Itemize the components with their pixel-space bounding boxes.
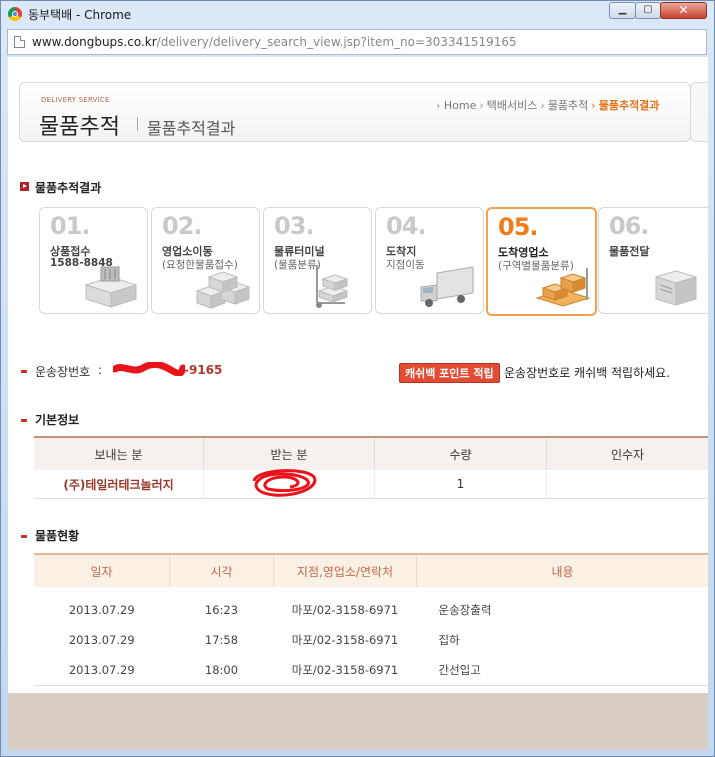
page-footer [8,693,708,750]
row-branch: 마포/02-3158-6971 [273,655,417,686]
row-branch: 마포/02-3158-6971 [291,603,399,617]
minimize-button[interactable]: ▁ [609,2,636,19]
breadcrumb-tracking[interactable]: 물품추적 [548,99,588,112]
page-header: DELIVERY SERVICE 물품추적 물품추적결과 › Home › 택배서비… [19,82,691,142]
sender-name: (주)테일러테크놀러지 [34,470,204,499]
breadcrumb-delivery-service[interactable]: 택배서비스 [487,99,538,112]
section-title-basic-info: 기본정보 [35,413,80,427]
row-date: 2013.07.29 [34,655,170,686]
page-subtitle: 물품추적결과 [147,119,236,138]
waybill-colon: : [98,363,103,377]
col-time: 시각 [169,553,274,587]
section-title-status: 물품현황 [35,529,80,543]
col-quantity: 수량 [374,436,547,470]
page-icon [14,36,25,48]
step-number: 02. [162,212,203,240]
col-branch: 지점,영업소/연락처 [273,553,417,587]
waybill-label: 운송장번호 [35,365,91,379]
step-05-current: 05. 도착영업소 (구역별물품분류) [486,207,597,316]
row-description: 집하 [438,633,460,647]
table-header-row: 보내는 분 받는 분 수량 인수자 [34,436,708,470]
col-date: 일자 [34,553,170,587]
table-row: (주)테일러테크놀러지 1 [34,470,708,499]
stacked-boxes-icon [195,271,251,309]
step-number: 03. [274,212,315,240]
status-table: 일자 시각 지점,영업소/연락처 내용 2013.07.29 16:23 마포/… [34,553,708,686]
sorting-boxes-icon [535,268,591,307]
receiver-name [546,470,708,499]
redaction-mark [252,469,317,497]
truck-icon [420,266,474,307]
breadcrumb-current: 물품추적결과 [598,99,660,112]
col-description: 내용 [416,553,708,587]
col-sender: 보내는 분 [34,436,204,470]
basic-info-table: 보내는 분 받는 분 수량 인수자 (주)테일러테크놀러지 1 [34,436,708,499]
step-04: 04. 도착지 지점이동 [375,207,484,314]
table-row: 2013.07.29 18:00 마포/02-3158-6971 간선입고 [34,655,708,686]
delivered-box-icon [654,270,698,306]
section-title-result: 물품추적결과 [35,181,102,195]
breadcrumb-home[interactable]: Home [444,99,476,112]
table-header-row: 일자 시각 지점,영업소/연락처 내용 [34,553,708,587]
row-time: 16:23 [204,603,239,617]
package-box-icon [84,266,138,308]
waybill-number: -9165 [184,363,223,377]
breadcrumb: › Home › 택배서비스 › 물품추적 › 물품추적결과 [436,99,660,112]
step-02: 02. 영업소이동 (요청한물품접수) [151,207,260,314]
row-time: 18:00 [169,655,274,686]
bullet-dash-icon [21,535,27,538]
title-bar[interactable]: 동부택배 - Chrome ▁ ▢ ✕ [1,1,714,27]
hand-truck-icon [316,265,349,308]
quantity-value: 1 [374,470,547,499]
bullet-dash-icon [21,419,27,422]
step-01: 01. 상품접수 1588-8848 [39,207,148,314]
cashback-point-button[interactable]: 캐쉬백 포인트 적립 [399,363,500,383]
browser-window: 동부택배 - Chrome ▁ ▢ ✕ www.dongbups.co.kr/d… [0,0,715,757]
col-receiver: 인수자 [546,436,708,470]
step-number: 04. [386,212,427,240]
redaction-mark [113,362,185,376]
service-label: DELIVERY SERVICE [41,96,110,104]
header-side-tab [690,82,708,142]
maximize-button[interactable]: ▢ [635,2,661,19]
page-content: DELIVERY SERVICE 물품추적 물품추적결과 › Home › 택배서비… [8,57,708,693]
section-bullet-icon [20,182,29,191]
step-number: 01. [50,212,91,240]
row-description: 운송장출력 [438,603,492,617]
url-text[interactable]: www.dongbups.co.kr/delivery/delivery_sea… [32,35,517,49]
page-title: 물품추적 [39,115,120,140]
step-name: 물품전달 [609,245,650,258]
address-bar[interactable]: www.dongbups.co.kr/delivery/delivery_sea… [7,29,707,55]
row-date: 2013.07.29 [68,603,135,617]
row-branch: 마포/02-3158-6971 [291,633,399,647]
bullet-dash-icon [21,370,27,373]
title-divider [137,117,138,131]
cashback-notice: 운송장번호로 캐쉬백 적립하세요. [504,366,671,380]
row-description: 간선입고 [416,655,708,686]
step-number: 05. [498,213,539,241]
window-title: 동부택배 - Chrome [28,8,132,22]
table-row: 2013.07.29 16:23 마포/02-3158-6971 운송장출력 [34,595,708,625]
step-number: 06. [609,212,650,240]
chrome-logo-icon [8,7,22,21]
row-time: 17:58 [204,633,239,647]
table-row: 2013.07.29 17:58 마포/02-3158-6971 집하 [34,625,708,655]
close-button[interactable]: ✕ [660,2,707,19]
step-06: 06. 물품전달 [598,207,708,314]
step-03: 03. 물류터미널 (물품분류) [263,207,372,314]
row-date: 2013.07.29 [68,633,135,647]
